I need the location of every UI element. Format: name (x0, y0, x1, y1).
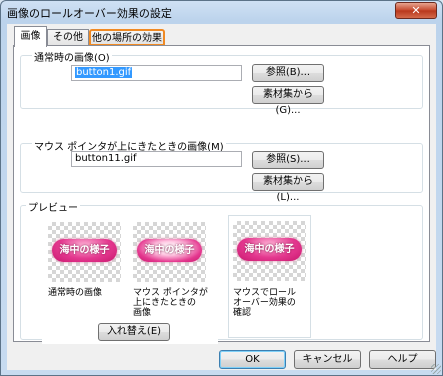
close-icon: ✕ (411, 4, 421, 17)
tab-other[interactable]: その他 (47, 29, 89, 46)
tab-panel-image: 通常時の画像(O) button1.gif 参照(B)... 素材集から(G).… (13, 45, 430, 344)
preview-label: プレビュー (26, 199, 80, 214)
rollover-check-box: 海中の様子 マウスでロール オーバー効果の 確認 (228, 215, 311, 338)
hover-preview-caption: マウス ポインタが 上にきたときの 画像 (133, 288, 208, 318)
rollover-check-caption: マウスでロール オーバー効果の 確認 (233, 288, 297, 318)
tab-other-location-effect[interactable]: 他の場所の効果 (89, 29, 165, 46)
help-button[interactable]: ヘルプ (369, 350, 436, 369)
library-hover-button[interactable]: 素材集から(L)... (252, 173, 324, 203)
resize-grip-icon[interactable] (431, 364, 441, 374)
ok-button[interactable]: OK (219, 350, 286, 369)
hover-image-value: button11.gif (75, 153, 137, 164)
browse-hover-button[interactable]: 参照(S)... (252, 151, 324, 169)
close-button[interactable]: ✕ (395, 2, 437, 19)
normal-preview-button: 海中の様子 (52, 239, 117, 262)
normal-preview-caption: 通常時の画像 (48, 288, 103, 298)
cancel-button[interactable]: キャンセル (294, 350, 361, 369)
browse-normal-button[interactable]: 参照(B)... (252, 64, 324, 82)
preview-pair: 海中の様子 海中の様子 通常時の画像 マウス ポインタが 上にきたときの 画像 … (42, 216, 218, 344)
window-title: 画像のロールオーバー効果の設定 (7, 7, 172, 20)
title-bar[interactable]: 画像のロールオーバー効果の設定 ✕ (1, 1, 442, 23)
normal-preview-image: 海中の様子 (48, 222, 121, 282)
rollover-check-image[interactable]: 海中の様子 (233, 221, 306, 281)
normal-image-label: 通常時の画像(O) (32, 49, 112, 64)
normal-image-value: button1.gif (75, 67, 133, 78)
dialog-window: 画像のロールオーバー効果の設定 ✕ 画像 その他 他の場所の効果 通常時の画像(… (0, 0, 443, 376)
dialog-client: 画像 その他 他の場所の効果 通常時の画像(O) button1.gif 参照(… (7, 24, 436, 370)
swap-button[interactable]: 入れ替え(E) (98, 323, 170, 341)
hover-preview-button: 海中の様子 (137, 239, 202, 262)
hover-image-field[interactable]: button11.gif (71, 151, 242, 167)
tab-image[interactable]: 画像 (14, 26, 47, 47)
library-normal-button[interactable]: 素材集から(G)... (252, 86, 324, 116)
rollover-check-button: 海中の様子 (237, 238, 302, 261)
normal-image-field[interactable]: button1.gif (71, 65, 242, 81)
hover-preview-image: 海中の様子 (133, 222, 206, 282)
